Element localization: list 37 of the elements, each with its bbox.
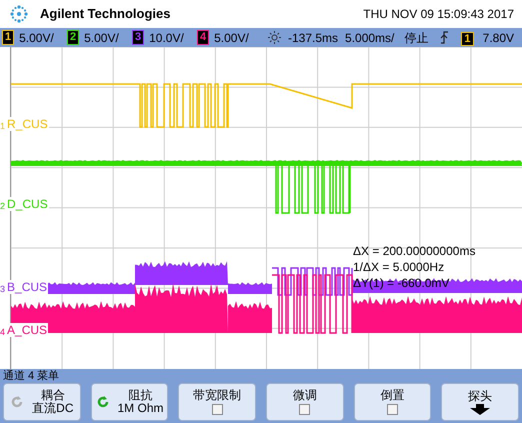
timebase: 5.000ms/ [345,30,394,46]
softkey-button[interactable]: 阻抗 1M Ohm [90,383,168,421]
time-offset: -137.5ms [288,30,338,46]
run-state: 停止 [404,30,428,46]
softkey-button[interactable]: 带宽限制 [178,383,256,421]
sun-icon [268,31,281,44]
logo-icon [8,3,30,25]
channel-marker: 1 [0,121,6,131]
channel-marker: 3 [0,284,6,294]
channel-number: 1 [2,30,14,45]
brand-name: Agilent Technologies [40,5,170,24]
channel-marker: 4 [0,327,6,337]
softkey-button[interactable]: 耦合 直流DC [3,383,81,421]
channel-number: 4 [197,30,210,45]
menu-title: 通道 4 菜单 [3,369,60,383]
channel-number: 3 [132,30,144,45]
channel-scale: 5.00V/ [214,30,249,46]
channel-marker: 2 [0,201,6,211]
rising-edge-icon [440,31,450,44]
trace-label: A_CUS [6,323,48,337]
trace-label: D_CUS [6,197,49,211]
channel-scale: 10.0V/ [149,30,184,46]
channel-number: 1 [461,32,474,46]
cursor-readout: ΔX = 200.00000000ms [353,244,476,258]
down-arrow-icon [470,404,490,414]
softkey-button[interactable]: 探头 [441,383,520,421]
cursor-readout: ΔY(1) = -660.0mV [353,276,450,290]
softkey-button[interactable]: 微调 [266,383,344,421]
channel-scale: 5.00V/ [19,30,54,46]
channel-scale: 5.00V/ [84,30,119,46]
channel-number: 2 [67,30,80,45]
trigger-level: 7.80V [482,30,514,46]
softkey-button[interactable]: 倒置 [354,383,432,421]
cursor-readout: 1/ΔX = 5.0000Hz [353,260,446,274]
trace-label: B_CUS [6,280,48,294]
trace-label: R_CUS [6,117,49,131]
date-time: THU NOV 09 15:09:43 2017 [363,6,514,23]
